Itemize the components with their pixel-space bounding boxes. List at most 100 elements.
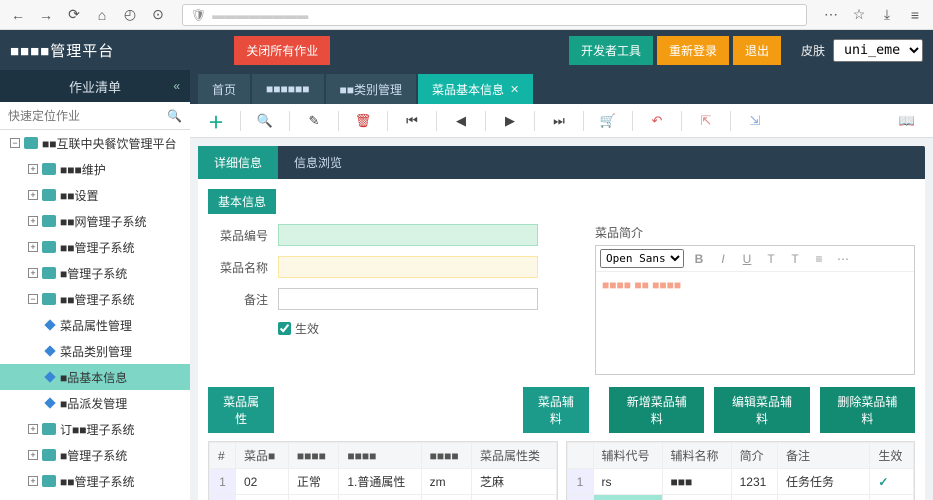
tree-leaf[interactable]: ■品派发管理 xyxy=(0,390,190,416)
table-header: ■■■■ xyxy=(288,443,338,469)
close-icon[interactable]: ✕ xyxy=(510,83,519,96)
undo-button[interactable]: ↶ xyxy=(641,108,673,134)
history-icon[interactable]: ◴ xyxy=(118,3,142,27)
shield-icon: 🛡 xyxy=(191,8,206,22)
collapse-icon[interactable]: « xyxy=(173,79,180,93)
table-header: 备注 xyxy=(778,443,870,469)
reload-icon[interactable]: ⟳ xyxy=(62,3,86,27)
code-label: 菜品编号 xyxy=(208,227,268,244)
table-row[interactable]: 1rs■■■1231任务任务✓ xyxy=(567,469,914,495)
section-title: 基本信息 xyxy=(208,189,276,214)
devtools-button[interactable]: 开发者工具 xyxy=(569,36,653,65)
del-aux-button[interactable]: 删除菜品辅料 xyxy=(820,387,915,433)
page-tabs: 首页■■■■■■■■类别管理菜品基本信息✕ xyxy=(190,70,933,104)
tab-detail[interactable]: 详细信息 xyxy=(198,146,278,179)
font-select[interactable]: Open Sans xyxy=(600,249,684,268)
search-input[interactable] xyxy=(8,109,167,123)
tree-item[interactable]: +■■■■理子系统 xyxy=(0,494,190,500)
table-header: 生效 xyxy=(870,443,914,469)
menu-icon[interactable]: ⋯ xyxy=(819,3,843,27)
search-icon[interactable]: 🔍 xyxy=(167,109,182,123)
remark-label: 备注 xyxy=(208,291,268,308)
underline-icon[interactable]: U xyxy=(738,252,756,266)
table-row[interactable]: 202中份2.价格属性fl分量 xyxy=(210,495,557,500)
cart-button[interactable]: 🛒 xyxy=(592,108,624,134)
sidebar-search[interactable]: 🔍 xyxy=(0,102,190,130)
table-row[interactable]: 102正常1.普通属性zm芝麻 xyxy=(210,469,557,495)
address-bar[interactable]: 🛡 ▬▬▬▬▬▬▬▬ xyxy=(182,4,807,26)
next-button[interactable]: ▶ xyxy=(494,108,526,134)
table-header: ■■■■ xyxy=(421,443,471,469)
add-aux-button[interactable]: 新增菜品辅料 xyxy=(609,387,704,433)
search-button[interactable]: 🔍 xyxy=(249,108,281,134)
home-icon[interactable]: ⌂ xyxy=(90,3,114,27)
delete-button[interactable]: 🗑 xyxy=(347,108,379,134)
fontcolor-icon[interactable]: T xyxy=(786,252,804,266)
table-row[interactable]: 2ss■■■■123esfesfsefsefs✓ xyxy=(567,495,914,500)
download-icon[interactable]: ⤓ xyxy=(875,3,899,27)
first-button[interactable]: ⏮ xyxy=(396,108,428,134)
book-button[interactable]: 📖 xyxy=(891,108,923,134)
table-header: 简介 xyxy=(731,443,777,469)
star-icon[interactable]: ☆ xyxy=(847,3,871,27)
bold-icon[interactable]: B xyxy=(690,252,708,266)
sidebar-title: 作业清单 « xyxy=(0,70,190,102)
fontsize-icon[interactable]: T xyxy=(762,252,780,266)
check-icon: ✓ xyxy=(878,475,888,489)
prev-button[interactable]: ◀ xyxy=(445,108,477,134)
tree-leaf[interactable]: 菜品类别管理 xyxy=(0,338,190,364)
sidebar: 作业清单 « 🔍 −■■互联中央餐饮管理平台+■■■维护+■■设置+■■网管理子… xyxy=(0,70,190,500)
rich-editor[interactable]: Open Sans B I U T T ≡ ⋯ ■■■■ ■■ ■■■■ xyxy=(595,245,915,375)
tree-item[interactable]: +■管理子系统 xyxy=(0,442,190,468)
italic-icon[interactable]: I xyxy=(714,252,732,266)
page-tab[interactable]: 首页 xyxy=(198,74,250,104)
page-tab[interactable]: ■■■■■■ xyxy=(252,74,324,104)
app-brand: ■■■■管理平台 xyxy=(10,40,114,61)
page-tab[interactable]: ■■类别管理 xyxy=(326,74,417,104)
attr-tag-button[interactable]: 菜品属性 xyxy=(208,387,274,433)
tree-item[interactable]: +■■网管理子系统 xyxy=(0,208,190,234)
name-label: 菜品名称 xyxy=(208,259,268,276)
remark-input[interactable] xyxy=(278,288,538,310)
last-button[interactable]: ⏭ xyxy=(543,108,575,134)
tree-item[interactable]: +■■管理子系统 xyxy=(0,234,190,260)
tree-item[interactable]: +■■管理子系统 xyxy=(0,468,190,494)
clock-icon[interactable]: ⊙ xyxy=(146,3,170,27)
edit-aux-button[interactable]: 编辑菜品辅料 xyxy=(714,387,809,433)
attr-table: #菜品■■■■■■■■■■■■■菜品属性类102正常1.普通属性zm芝麻202中… xyxy=(208,441,558,500)
page-tab[interactable]: 菜品基本信息✕ xyxy=(418,74,533,104)
logout-button[interactable]: 退出 xyxy=(733,36,781,65)
tree-leaf[interactable]: 菜品属性管理 xyxy=(0,312,190,338)
more-icon[interactable]: ⋯ xyxy=(834,252,852,266)
edit-button[interactable]: ✎ xyxy=(298,108,330,134)
tree-leaf[interactable]: ■品基本信息 xyxy=(0,364,190,390)
import-button[interactable]: ⇲ xyxy=(739,108,771,134)
desc-label: 菜品简介 xyxy=(595,226,643,240)
table-header: 辅料名称 xyxy=(662,443,731,469)
forward-icon[interactable]: → xyxy=(34,3,58,27)
table-header: 菜品属性类 xyxy=(472,443,556,469)
skin-select[interactable]: uni_emerald xyxy=(833,39,923,62)
table-header xyxy=(567,443,593,469)
table-header: # xyxy=(210,443,236,469)
tree-item[interactable]: +订■■理子系统 xyxy=(0,416,190,442)
tab-browse[interactable]: 信息浏览 xyxy=(278,146,358,179)
back-icon[interactable]: ← xyxy=(6,3,30,27)
effective-checkbox[interactable] xyxy=(278,322,291,335)
tree-item[interactable]: +■管理子系统 xyxy=(0,260,190,286)
editor-content[interactable]: ■■■■ ■■ ■■■■ xyxy=(596,272,914,298)
relogin-button[interactable]: 重新登录 xyxy=(657,36,729,65)
add-button[interactable]: ＋ xyxy=(200,108,232,134)
name-input[interactable] xyxy=(278,256,538,278)
tree-item[interactable]: +■■■维护 xyxy=(0,156,190,182)
table-header: ■■■■ xyxy=(339,443,421,469)
align-icon[interactable]: ≡ xyxy=(810,252,828,266)
tree-item[interactable]: −■■管理子系统 xyxy=(0,286,190,312)
close-all-button[interactable]: 关闭所有作业 xyxy=(234,36,330,65)
hamburger-icon[interactable]: ≡ xyxy=(903,3,927,27)
aux-tag-button[interactable]: 菜品辅料 xyxy=(523,387,589,433)
code-input[interactable] xyxy=(278,224,538,246)
tree-item[interactable]: +■■设置 xyxy=(0,182,190,208)
tree-root[interactable]: −■■互联中央餐饮管理平台 xyxy=(0,130,190,156)
export-button[interactable]: ⇱ xyxy=(690,108,722,134)
